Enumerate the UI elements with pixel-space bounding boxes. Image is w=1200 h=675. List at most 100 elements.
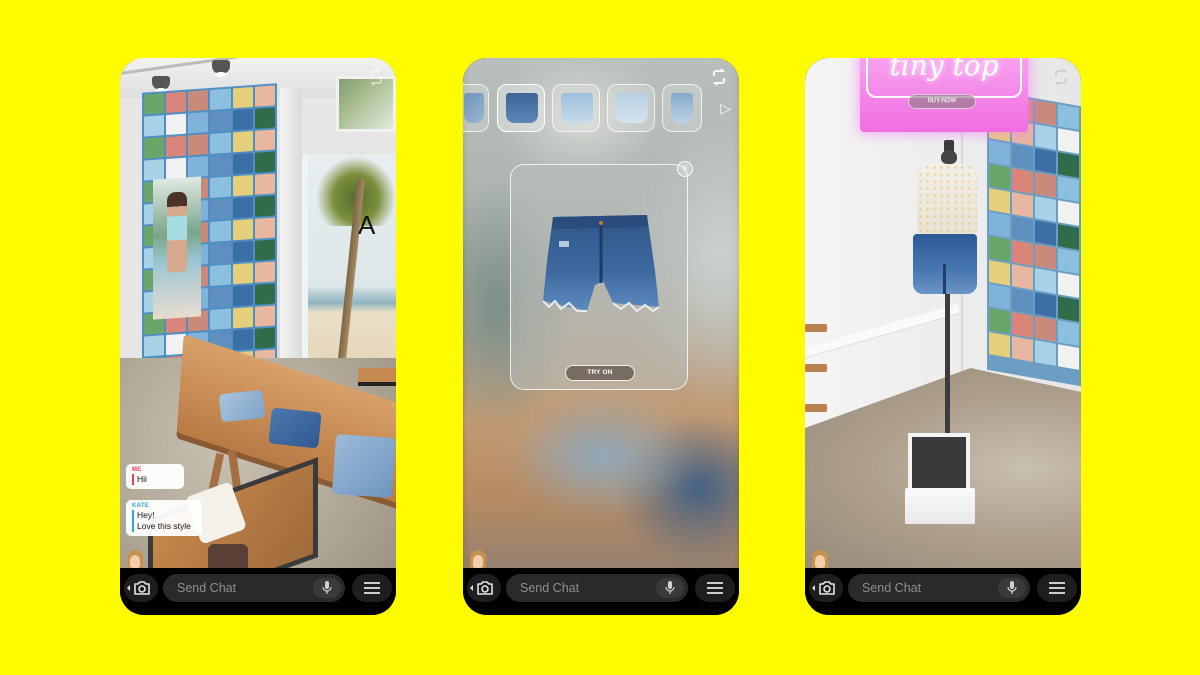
collage-photo — [210, 154, 231, 176]
mannequin-stand-base — [905, 488, 975, 524]
collage-photo — [254, 129, 275, 151]
collage-photo — [232, 86, 253, 109]
collage-photo — [1035, 148, 1056, 174]
chat-bar: Send Chat — [463, 568, 739, 615]
collage-photo — [1058, 200, 1079, 226]
collage-photo — [188, 156, 209, 178]
send-chat-input[interactable]: Send Chat — [506, 574, 688, 602]
menu-button[interactable] — [1037, 574, 1077, 602]
neon-sign: tiny top SHOP BUY NOW — [860, 58, 1028, 132]
chat-placeholder: Send Chat — [520, 581, 580, 595]
camera-button[interactable] — [124, 574, 158, 602]
collage-photo — [1012, 216, 1033, 242]
collage-photo — [1012, 336, 1033, 362]
ar-store-scene-blurred[interactable]: ◁ ▷ × — [463, 58, 739, 568]
carousel-item[interactable] — [552, 84, 600, 132]
collage-photo — [210, 176, 231, 198]
product-carousel[interactable]: ◁ ▷ — [463, 84, 739, 134]
collage-photo — [1058, 344, 1079, 370]
camera-button[interactable] — [467, 574, 501, 602]
collage-photo — [166, 135, 187, 158]
collage-photo — [1012, 264, 1033, 290]
carousel-item-selected[interactable] — [497, 84, 545, 132]
microphone-button[interactable] — [998, 578, 1026, 598]
collage-photo — [166, 157, 187, 180]
bitmoji-avatar[interactable] — [469, 550, 487, 568]
flip-camera-icon[interactable] — [711, 68, 727, 86]
collage-photo — [989, 332, 1010, 358]
chat-placeholder: Send Chat — [177, 581, 237, 595]
collage-photo — [232, 306, 253, 329]
collage-photo — [210, 308, 231, 330]
collage-photo — [254, 173, 275, 195]
folded-shorts[interactable] — [268, 407, 322, 449]
flip-camera-icon[interactable] — [1053, 68, 1069, 86]
collage-photo — [1012, 144, 1033, 170]
collage-photo — [210, 242, 231, 264]
collage-photo — [232, 174, 253, 197]
buy-now-button[interactable]: BUY NOW — [908, 94, 976, 109]
collage-photo — [1058, 104, 1079, 130]
close-icon[interactable]: × — [677, 161, 693, 177]
folded-shorts[interactable] — [218, 389, 266, 423]
carousel-item[interactable] — [463, 84, 489, 132]
collage-photo — [232, 328, 253, 351]
mannequin-top-garment[interactable] — [917, 164, 977, 234]
collage-photo — [989, 212, 1010, 238]
collage-photo — [989, 140, 1010, 166]
collage-photo — [1058, 296, 1079, 322]
chevron-right-icon[interactable]: ▷ — [720, 100, 731, 117]
ar-store-scene[interactable]: A ME Hii KATE Hey! Love this style — [120, 58, 396, 568]
collage-photo — [1012, 240, 1033, 266]
menu-button[interactable] — [695, 574, 735, 602]
collage-photo — [144, 159, 165, 181]
back-arrow-icon — [127, 585, 130, 591]
chat-bubble: ME Hii — [126, 464, 184, 489]
carousel-item[interactable] — [607, 84, 655, 132]
try-on-button[interactable]: TRY ON — [565, 365, 635, 381]
collage-photo — [210, 198, 231, 220]
phone-mannequin-view: tiny top SHOP BUY NOW Send Chat — [805, 58, 1081, 615]
menu-button[interactable] — [352, 574, 392, 602]
collage-photo — [254, 283, 275, 305]
collage-photo — [989, 164, 1010, 190]
collage-photo — [254, 107, 275, 129]
bitmoji-avatar[interactable] — [126, 550, 144, 568]
microphone-button[interactable] — [313, 578, 341, 598]
collage-photo — [1035, 172, 1056, 198]
carousel-item[interactable] — [662, 84, 702, 132]
mannequin-pole — [945, 294, 950, 444]
collage-photo — [989, 260, 1010, 286]
folded-item[interactable] — [208, 544, 248, 568]
product-card: × TRY ON — [510, 161, 693, 390]
microphone-button[interactable] — [656, 578, 684, 598]
camera-button[interactable] — [809, 574, 843, 602]
collage-hero-photo — [153, 176, 201, 320]
chat-sender: KATE — [132, 503, 150, 509]
send-chat-input[interactable]: Send Chat — [848, 574, 1030, 602]
collage-photo — [1035, 196, 1056, 222]
folded-shorts[interactable] — [331, 433, 396, 499]
collage-photo — [232, 130, 253, 153]
hamburger-menu-icon — [1049, 582, 1065, 594]
collage-photo — [1035, 268, 1056, 294]
collage-photo — [210, 110, 231, 132]
bitmoji-avatar[interactable] — [811, 550, 829, 568]
send-chat-input[interactable]: Send Chat — [163, 574, 345, 602]
window — [336, 76, 396, 132]
collage-photo — [1035, 220, 1056, 246]
collage-photo — [232, 262, 253, 285]
flip-camera-icon[interactable] — [368, 68, 384, 86]
collage-photo — [232, 284, 253, 307]
collage-photo — [232, 196, 253, 219]
collage-photo — [210, 220, 231, 242]
collage-photo — [1058, 224, 1079, 250]
collage-photo — [1012, 192, 1033, 218]
mannequin-head — [941, 150, 957, 164]
collage-photo — [254, 327, 275, 349]
collage-photo — [1035, 292, 1056, 318]
denim-shorts-image — [542, 215, 660, 313]
collage-photo — [188, 90, 209, 112]
mannequin-shorts-garment[interactable] — [913, 234, 977, 294]
ar-store-scene[interactable]: tiny top SHOP BUY NOW — [805, 58, 1081, 568]
